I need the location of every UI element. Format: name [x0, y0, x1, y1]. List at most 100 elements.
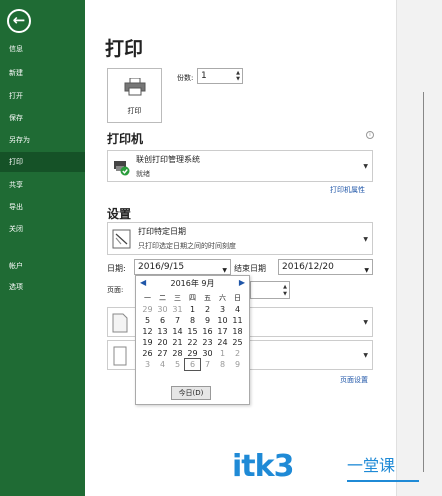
- calendar-day[interactable]: 12: [140, 326, 155, 337]
- calendar-day[interactable]: 4: [155, 359, 170, 370]
- calendar-day[interactable]: 8: [215, 359, 230, 370]
- calendar-day[interactable]: 19: [140, 337, 155, 348]
- end-date-field[interactable]: 2016/12/20 ▼: [278, 259, 373, 275]
- calendar-day[interactable]: 10: [215, 315, 230, 326]
- printer-select[interactable]: 联创打印管理系统 就绪 ▼: [107, 150, 373, 182]
- sidebar-item-options[interactable]: 选项: [0, 277, 85, 297]
- watermark-underline: [347, 480, 419, 482]
- next-month-icon[interactable]: ▶: [239, 278, 245, 287]
- calendar-day[interactable]: 29: [185, 348, 200, 359]
- sidebar-item-save[interactable]: 保存: [0, 108, 85, 128]
- calendar-day[interactable]: 9: [230, 359, 245, 370]
- info-icon[interactable]: i: [366, 131, 374, 139]
- printer-properties-link[interactable]: 打印机属性: [330, 185, 365, 195]
- calendar-day[interactable]: 28: [170, 348, 185, 359]
- calendar-range-icon: [112, 229, 131, 249]
- calendar-week-row: 29 30 31 1 2 3 4: [140, 304, 245, 315]
- calendar-day[interactable]: 3: [140, 359, 155, 370]
- start-date-field[interactable]: 2016/9/15 ▼: [134, 259, 231, 275]
- calendar-day[interactable]: 8: [185, 315, 200, 326]
- printer-status: 就绪: [136, 170, 150, 178]
- settings-heading: 设置: [107, 207, 132, 221]
- sidebar-item-new[interactable]: 新建: [0, 63, 85, 83]
- calendar-day[interactable]: 31: [170, 304, 185, 315]
- calendar-grid: 一二三四五六日 29 30 31 1 2 3 4 5 6 7 8 9 10 11 12 13 14 15 16 17 18…: [140, 293, 245, 371]
- spin-down-icon[interactable]: ▼: [283, 292, 287, 297]
- page-setup-link[interactable]: 页面设置: [340, 375, 368, 385]
- sidebar-item-account[interactable]: 帐户: [0, 256, 85, 276]
- calendar-week-row: 5 6 7 8 9 10 11: [140, 315, 245, 326]
- dropdown-arrow-icon: ▼: [363, 319, 368, 326]
- calendar-day[interactable]: 16: [200, 326, 215, 337]
- print-button-label: 打印: [127, 107, 142, 115]
- sidebar-item-save-as[interactable]: 另存为: [0, 130, 85, 150]
- end-date-value: 2016/12/20: [282, 262, 334, 272]
- calendar-day[interactable]: 24: [215, 337, 230, 348]
- calendar-day[interactable]: 2: [230, 348, 245, 359]
- calendar-week-row: 26 27 28 29 30 1 2: [140, 348, 245, 359]
- calendar-day[interactable]: 20: [155, 337, 170, 348]
- page-icon: [112, 313, 128, 333]
- spin-down-icon[interactable]: ▼: [236, 77, 240, 82]
- dropdown-arrow-icon: ▼: [363, 352, 368, 359]
- calendar-day[interactable]: 7: [200, 359, 215, 370]
- calendar-day[interactable]: 30: [200, 348, 215, 359]
- page-title: 打印: [105, 38, 144, 60]
- calendar-day[interactable]: 13: [155, 326, 170, 337]
- calendar-day[interactable]: 2: [200, 304, 215, 315]
- calendar-day[interactable]: 7: [170, 315, 185, 326]
- print-button[interactable]: 打印: [107, 68, 162, 123]
- pages-to-field[interactable]: ▲ ▼: [250, 281, 290, 299]
- calendar-day[interactable]: 25: [230, 337, 245, 348]
- calendar-day[interactable]: 21: [170, 337, 185, 348]
- calendar-day[interactable]: 29: [140, 304, 155, 315]
- sidebar-item-close[interactable]: 关闭: [0, 219, 85, 239]
- calendar-day[interactable]: 1: [185, 304, 200, 315]
- calendar-week-row: 12 13 14 15 16 17 18: [140, 326, 245, 337]
- date-picker-arrow-icon[interactable]: ▼: [364, 264, 369, 278]
- itk3-watermark-logo: itk3: [232, 449, 294, 484]
- calendar-day[interactable]: 1: [215, 348, 230, 359]
- back-arrow-icon[interactable]: ←: [7, 9, 31, 33]
- calendar-week-row: 19 20 21 22 23 24 25: [140, 337, 245, 348]
- sidebar-item-print[interactable]: 打印: [0, 152, 85, 172]
- calendar-day[interactable]: 14: [170, 326, 185, 337]
- copies-stepper[interactable]: 1 ▲ ▼: [197, 68, 243, 84]
- calendar-day[interactable]: 6: [155, 315, 170, 326]
- calendar-day[interactable]: 6: [184, 358, 201, 371]
- print-range-select[interactable]: 打印特定日期 只打印选定日期之间的时间刻度 ▼: [107, 222, 373, 255]
- start-date-value: 2016/9/15: [138, 262, 185, 272]
- pages-label: 页面:: [107, 286, 124, 294]
- calendar-day[interactable]: 3: [215, 304, 230, 315]
- calendar-day[interactable]: 4: [230, 304, 245, 315]
- calendar-weekday-row: 一二三四五六日: [140, 293, 245, 304]
- calendar-day[interactable]: 23: [200, 337, 215, 348]
- sidebar-item-share[interactable]: 共享: [0, 175, 85, 195]
- sidebar-item-info[interactable]: 信息: [0, 39, 85, 59]
- watermark-subtitle: 一堂课: [347, 456, 396, 475]
- calendar-day[interactable]: 9: [200, 315, 215, 326]
- calendar-day[interactable]: 22: [185, 337, 200, 348]
- calendar-week-row: 3456789: [140, 358, 245, 371]
- calendar-day[interactable]: 5: [170, 359, 185, 370]
- spin-up-icon[interactable]: ▲: [283, 285, 287, 290]
- printer-name: 联创打印管理系统: [136, 155, 200, 164]
- print-range-title: 打印特定日期: [138, 227, 186, 236]
- calendar-day[interactable]: 11: [230, 315, 245, 326]
- calendar-weekday: 二: [159, 294, 166, 302]
- calendar-day[interactable]: 15: [185, 326, 200, 337]
- calendar-day[interactable]: 26: [140, 348, 155, 359]
- calendar-day[interactable]: 27: [155, 348, 170, 359]
- calendar-weekday: 六: [219, 294, 226, 302]
- calendar-day[interactable]: 18: [230, 326, 245, 337]
- printer-icon: [124, 78, 145, 96]
- calendar-day[interactable]: 30: [155, 304, 170, 315]
- calendar-weekday: 一: [144, 294, 151, 302]
- today-button[interactable]: 今日(D): [171, 386, 211, 400]
- sidebar-item-export[interactable]: 导出: [0, 197, 85, 217]
- printer-heading: 打印机: [107, 132, 144, 146]
- calendar-day[interactable]: 5: [140, 315, 155, 326]
- calendar-day[interactable]: 17: [215, 326, 230, 337]
- sidebar-item-open[interactable]: 打开: [0, 86, 85, 106]
- copies-value: 1: [201, 71, 207, 81]
